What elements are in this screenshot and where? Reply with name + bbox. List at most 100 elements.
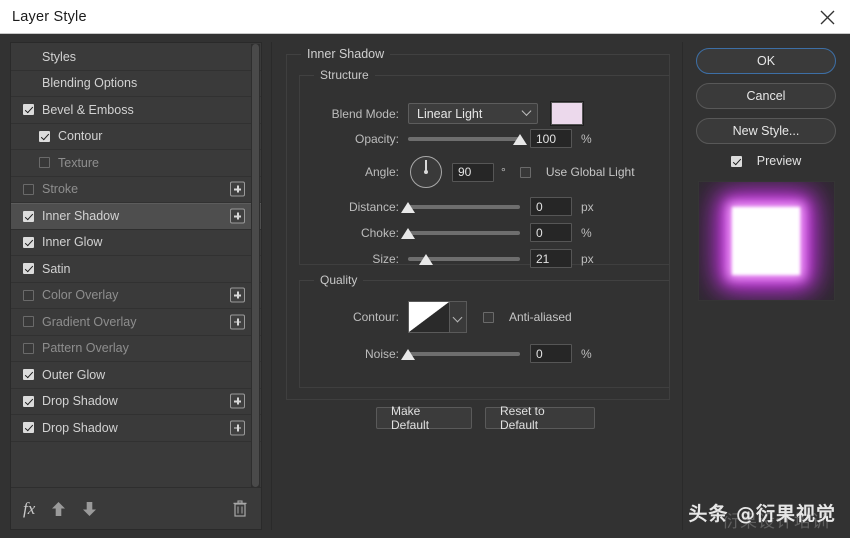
noise-slider-thumb[interactable]: [401, 348, 415, 360]
sidebar-item-blending-options[interactable]: Blending Options: [11, 71, 261, 97]
scrollbar-thumb[interactable]: [252, 44, 259, 487]
size-slider[interactable]: [408, 252, 520, 266]
opacity-slider[interactable]: [408, 132, 527, 146]
sidebar-item-contour[interactable]: Contour: [11, 124, 261, 150]
sidebar-item-label: Pattern Overlay: [42, 341, 129, 356]
opacity-input[interactable]: [530, 129, 572, 148]
title-bar: Layer Style: [0, 0, 850, 34]
effect-enable-checkbox[interactable]: [23, 183, 34, 195]
shadow-color-swatch[interactable]: [550, 101, 584, 126]
size-label: Size:: [372, 251, 399, 266]
opacity-label: Opacity:: [354, 131, 399, 146]
anti-aliased-box[interactable]: [483, 311, 494, 323]
size-row: Size: px: [299, 249, 594, 268]
size-slider-thumb[interactable]: [418, 253, 433, 265]
use-global-light-box[interactable]: [519, 166, 531, 178]
angle-input[interactable]: [452, 162, 494, 182]
effect-enable-checkbox[interactable]: [23, 263, 34, 275]
sidebar-item-bevel-emboss[interactable]: Bevel & Emboss: [11, 97, 261, 124]
reset-to-default-button[interactable]: Reset to Default: [485, 404, 595, 432]
sidebar-item-texture[interactable]: Texture: [11, 150, 261, 177]
distance-slider-track: [408, 204, 520, 209]
opacity-unit: %: [581, 131, 592, 146]
styles-list[interactable]: Styles Blending Options Bevel & Emboss Cont…: [11, 43, 261, 487]
window-title: Layer Style: [12, 8, 87, 25]
sidebar-item-label: Texture: [58, 155, 99, 170]
distance-label: Distance:: [348, 199, 399, 214]
contour-thumbnail[interactable]: [408, 301, 450, 333]
angle-dial[interactable]: [410, 156, 442, 188]
choke-slider-thumb[interactable]: [401, 227, 415, 239]
cancel-button[interactable]: Cancel: [696, 83, 836, 109]
sidebar-item-outer-glow[interactable]: Outer Glow: [11, 362, 261, 389]
blend-mode-select[interactable]: Linear Light: [408, 103, 538, 124]
chevron-down-icon[interactable]: [450, 301, 467, 333]
use-global-light-checkbox[interactable]: Use Global Light: [519, 165, 635, 179]
effect-enable-checkbox[interactable]: [23, 395, 34, 407]
distance-input[interactable]: [530, 197, 572, 216]
sidebar-item-label: Contour: [58, 129, 103, 144]
distance-slider[interactable]: [401, 200, 520, 214]
effect-enable-checkbox[interactable]: [23, 369, 34, 381]
effect-enable-checkbox[interactable]: [23, 104, 34, 116]
sidebar-scrollbar[interactable]: [251, 44, 260, 487]
noise-label: Noise:: [364, 346, 399, 361]
distance-row: Distance: px: [299, 197, 594, 216]
effect-enable-checkbox[interactable]: [23, 422, 34, 434]
effect-enable-checkbox[interactable]: [23, 236, 34, 248]
effect-enable-checkbox[interactable]: [23, 289, 34, 301]
styles-sidebar: Styles Blending Options Bevel & Emboss Cont…: [10, 42, 262, 530]
sidebar-item-drop-shadow[interactable]: Drop Shadow: [11, 389, 261, 415]
ok-button[interactable]: OK: [696, 48, 836, 74]
sidebar-item-inner-glow[interactable]: Inner Glow: [11, 230, 261, 256]
new-style-button[interactable]: New Style...: [696, 118, 836, 144]
sidebar-item-stroke[interactable]: Stroke: [11, 177, 261, 203]
sidebar-item-color-overlay[interactable]: Color Overlay: [11, 283, 261, 309]
effect-enable-checkbox[interactable]: [39, 157, 50, 169]
noise-slider[interactable]: [401, 347, 520, 361]
sidebar-item-label: Blending Options: [42, 76, 138, 91]
sidebar-item-styles[interactable]: Styles: [11, 44, 261, 71]
sidebar-item-drop-shadow[interactable]: Drop Shadow: [11, 415, 261, 442]
add-effect-icon[interactable]: [230, 314, 245, 330]
chevron-down-icon: [521, 105, 532, 116]
contour-picker[interactable]: [408, 301, 467, 333]
make-default-button[interactable]: Make Default: [376, 404, 472, 432]
add-effect-icon[interactable]: [230, 393, 245, 409]
close-icon[interactable]: [804, 0, 850, 34]
add-effect-icon[interactable]: [230, 287, 245, 303]
trash-icon[interactable]: [233, 500, 247, 517]
sidebar-item-pattern-overlay[interactable]: Pattern Overlay: [11, 336, 261, 362]
effect-enable-checkbox[interactable]: [23, 210, 34, 222]
structure-title: Structure: [314, 68, 375, 82]
effect-enable-checkbox[interactable]: [23, 342, 34, 354]
opacity-row: Opacity: %: [299, 129, 592, 148]
sidebar-item-label: Inner Glow: [42, 235, 103, 250]
arrow-down-icon[interactable]: [82, 501, 97, 517]
choke-slider[interactable]: [401, 226, 520, 240]
noise-input[interactable]: [530, 344, 572, 363]
size-input[interactable]: [530, 249, 572, 268]
add-effect-icon[interactable]: [230, 181, 245, 197]
sidebar-item-gradient-overlay[interactable]: Gradient Overlay: [11, 309, 261, 336]
add-effect-icon[interactable]: [230, 208, 245, 224]
effect-enable-checkbox[interactable]: [23, 316, 34, 328]
preview-label: Preview: [756, 154, 802, 168]
sidebar-item-satin[interactable]: Satin: [11, 256, 261, 283]
fx-icon[interactable]: fx: [23, 500, 35, 517]
effect-enable-checkbox[interactable]: [39, 130, 50, 142]
sidebar-item-inner-shadow[interactable]: Inner Shadow: [11, 203, 261, 230]
preview-checkbox-box[interactable]: [730, 155, 742, 167]
quality-group: Quality: [299, 273, 670, 388]
noise-unit: %: [581, 346, 592, 361]
preview-checkbox[interactable]: Preview: [730, 154, 802, 168]
add-effect-icon[interactable]: [230, 420, 245, 436]
angle-row: Angle: ° Use Global Light: [299, 156, 635, 188]
preview-thumbnail: [697, 181, 835, 301]
contour-row: Contour: Anti-aliased: [299, 301, 572, 333]
anti-aliased-checkbox[interactable]: Anti-aliased: [483, 310, 572, 324]
opacity-slider-thumb[interactable]: [513, 133, 527, 145]
distance-slider-thumb[interactable]: [401, 201, 415, 213]
choke-input[interactable]: [530, 223, 572, 242]
arrow-up-icon[interactable]: [51, 501, 66, 517]
